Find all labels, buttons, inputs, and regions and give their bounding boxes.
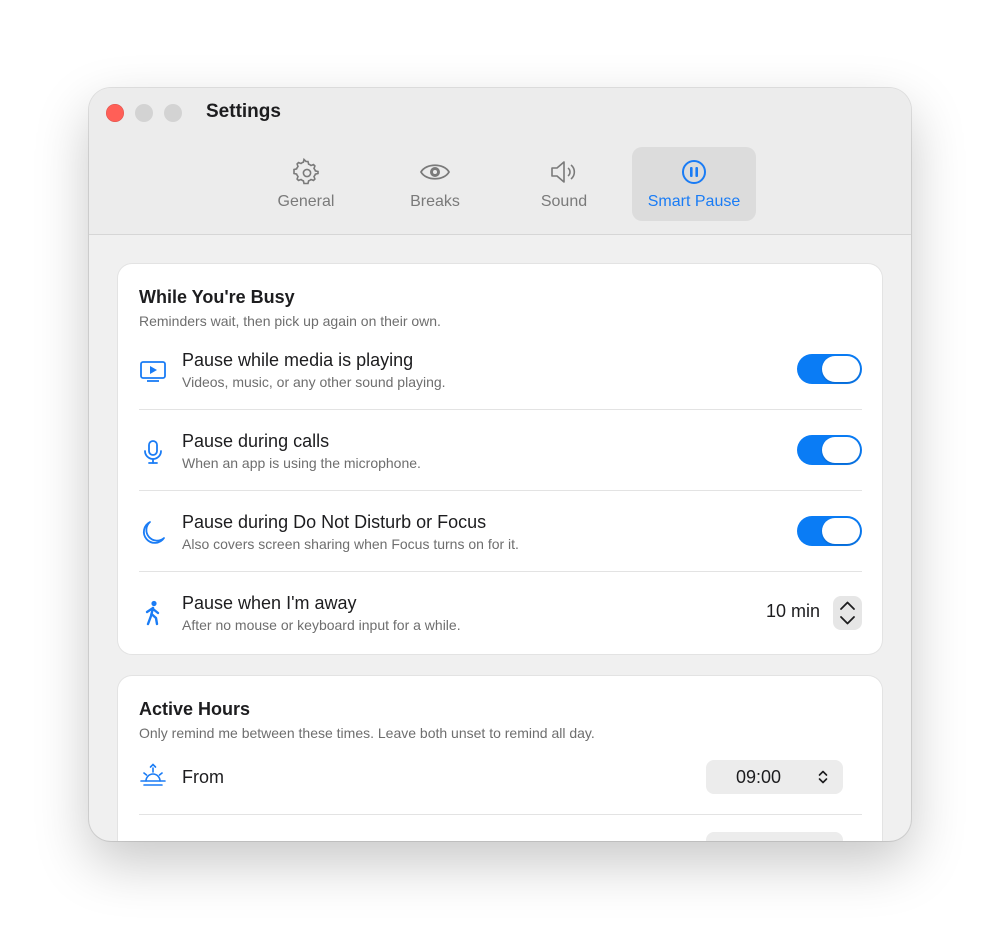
away-duration-value: 10 min	[765, 601, 820, 621]
away-desc: After no mouse or keyboard input for a w…	[182, 617, 461, 633]
away-label: Pause when I'm away	[182, 593, 357, 613]
settings-window: Settings General Breaks Sound Smart Paus…	[89, 88, 911, 841]
tab-breaks-label: Breaks	[410, 193, 460, 210]
tab-smart-pause-label: Smart Pause	[647, 193, 741, 210]
focus-label: Pause during Do Not Disturb or Focus	[182, 512, 487, 532]
calls-toggle[interactable]	[797, 435, 862, 465]
tab-sound-label: Sound	[540, 193, 588, 210]
speaker-icon	[551, 161, 576, 183]
microphone-icon	[144, 440, 162, 464]
chevron-up-down-icon	[818, 770, 828, 784]
calls-label: Pause during calls	[182, 431, 330, 451]
settings-content: While You're Busy Reminders wait, then p…	[89, 235, 911, 841]
from-label: From	[182, 767, 224, 787]
active-hours-card: Active Hours Only remind me between thes…	[118, 676, 882, 841]
walking-person-icon	[145, 600, 160, 626]
list-item-focus: Pause during Do Not Disturb or Focus Als…	[139, 491, 862, 572]
focus-toggle[interactable]	[797, 516, 862, 546]
tab-general-label: General	[277, 193, 335, 210]
from-time-value: 09:00	[736, 767, 782, 787]
tab-smart-pause[interactable]: Smart Pause	[632, 147, 756, 221]
media-toggle[interactable]	[797, 354, 862, 384]
sunset-icon	[139, 837, 167, 841]
moon-icon	[143, 521, 165, 544]
settings-toolbar: General Breaks Sound Smart Pause	[89, 147, 911, 221]
to-time-select[interactable]	[706, 832, 843, 841]
list-item-calls: Pause during calls When an app is using …	[139, 410, 862, 491]
zoom-button[interactable]	[164, 104, 182, 122]
pause-circle-icon	[682, 160, 706, 184]
busy-card-title: While You're Busy	[139, 287, 295, 307]
busy-card: While You're Busy Reminders wait, then p…	[118, 264, 882, 654]
chevron-up-down-icon	[840, 601, 855, 625]
busy-card-subtitle: Reminders wait, then pick up again on th…	[139, 313, 441, 329]
eye-icon	[419, 164, 451, 180]
list-item-to	[139, 815, 862, 841]
sunrise-icon	[140, 763, 166, 786]
media-desc: Videos, music, or any other sound playin…	[182, 374, 446, 390]
toggle-knob	[822, 518, 860, 544]
list-item-away: Pause when I'm away After no mouse or ke…	[139, 572, 862, 653]
tab-breaks[interactable]: Breaks	[373, 147, 497, 221]
from-time-select[interactable]: 09:00	[706, 760, 843, 794]
focus-desc: Also covers screen sharing when Focus tu…	[182, 536, 519, 552]
close-button[interactable]	[106, 104, 124, 122]
calls-desc: When an app is using the microphone.	[182, 455, 421, 471]
minimize-button[interactable]	[135, 104, 153, 122]
tab-general[interactable]: General	[244, 147, 368, 221]
list-item-media: Pause while media is playing Videos, mus…	[139, 329, 862, 410]
active-hours-title: Active Hours	[139, 699, 251, 719]
tab-sound[interactable]: Sound	[502, 147, 626, 221]
toggle-knob	[822, 437, 860, 463]
window-title: Settings	[206, 101, 281, 122]
media-play-icon	[140, 361, 166, 382]
gear-icon	[293, 157, 319, 185]
media-label: Pause while media is playing	[182, 350, 414, 370]
toggle-knob	[822, 356, 860, 382]
list-item-from: From 09:00	[139, 734, 862, 815]
titlebar: Settings General Breaks Sound Smart Paus…	[89, 88, 911, 235]
away-duration-stepper[interactable]	[833, 596, 862, 630]
